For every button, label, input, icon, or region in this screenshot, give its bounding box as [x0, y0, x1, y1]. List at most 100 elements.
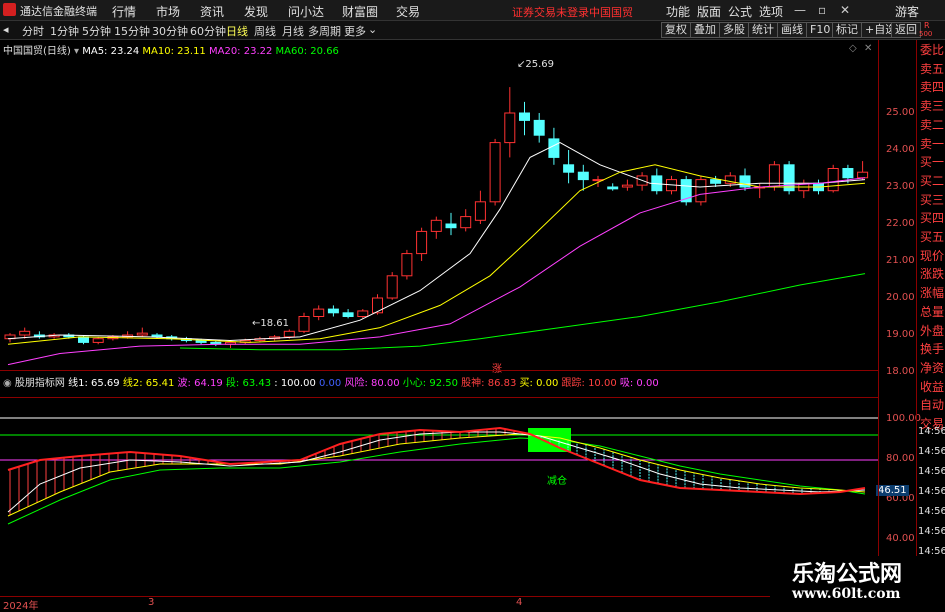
price-tick: 23.00 — [886, 181, 915, 192]
candle-body — [695, 179, 707, 203]
ind-current-value: 46.51 — [876, 485, 909, 496]
period-intraday[interactable]: 分时 — [22, 23, 44, 39]
r-label: R — [924, 21, 930, 30]
low-price-label: ←18.61 — [252, 318, 290, 329]
back-arrow-icon[interactable]: ◂ — [3, 23, 9, 36]
quote-label: 买五 — [920, 230, 945, 244]
candle-body — [283, 330, 295, 338]
indicator-item: 线2: 65.41 — [119, 378, 175, 389]
indicator-item: 风险: 80.00 — [341, 378, 400, 389]
menu-market[interactable]: 行情 — [112, 3, 136, 20]
quote-label: 卖四 — [920, 80, 945, 95]
candle-body — [372, 297, 383, 314]
login-notice[interactable]: 证券交易未登录 — [512, 4, 589, 20]
period-more[interactable]: 更多 — [344, 23, 366, 39]
ma10-line — [7, 164, 866, 345]
ma5-line — [7, 142, 866, 342]
indicator-item: 段: 63.43 — [222, 378, 272, 389]
adjust-button[interactable]: 复权 — [661, 22, 691, 38]
candle-body — [548, 138, 560, 158]
mark-button[interactable]: 标记 — [832, 22, 862, 38]
date-tick: 3 — [148, 597, 155, 608]
panel-divider — [916, 40, 917, 596]
ma60-label: MA60: 20.66 — [275, 46, 339, 57]
indicator-item: 买: 0.00 — [516, 378, 559, 389]
ind-toggle-icon[interactable]: ◉ — [3, 378, 12, 389]
indicator-chart[interactable] — [0, 372, 878, 557]
multi-stock-button[interactable]: 多股 — [719, 22, 749, 38]
indicator-item: 小心: 92.50 — [399, 378, 458, 389]
menu-discover[interactable]: 发现 — [244, 3, 268, 20]
candle-body — [357, 310, 369, 318]
f10-button[interactable]: F10 — [806, 22, 835, 38]
app-logo-icon — [3, 3, 16, 16]
quote-label: 买三 — [920, 192, 945, 207]
period-weekly[interactable]: 周线 — [254, 23, 276, 39]
date-tick: 2024年 — [3, 601, 39, 612]
close-panel-icon[interactable]: ✕ — [864, 43, 872, 54]
period-60min[interactable]: 60分钟 — [190, 23, 226, 39]
more-dropdown-icon[interactable]: ⌄ — [368, 23, 377, 36]
candle-body — [313, 308, 325, 318]
axis-divider — [878, 40, 879, 596]
indicator-item: 股神: 86.83 — [457, 378, 517, 389]
reduce-position-label: 减仓 — [547, 476, 567, 487]
candle-body — [445, 223, 457, 229]
menu-trade[interactable]: 交易 — [396, 3, 420, 20]
price-tick: 22.00 — [886, 218, 915, 229]
period-5min[interactable]: 5分钟 — [82, 23, 111, 39]
main-legend: 中国国贸(日线) ▾ MA5: 23.24 MA10: 23.11 MA20: … — [3, 42, 339, 57]
minimize-icon[interactable]: — — [794, 3, 806, 17]
candle-body — [710, 179, 722, 184]
period-monthly[interactable]: 月线 — [282, 23, 304, 39]
indicator-name: 股朋指标网 — [14, 378, 65, 389]
stock-tag: 中国国贸 — [589, 6, 633, 19]
kline-chart[interactable] — [0, 40, 878, 370]
menu-function[interactable]: 功能 — [666, 3, 690, 20]
user-label[interactable]: 游客 — [895, 3, 919, 20]
legend-toggle-icon[interactable]: ▾ — [74, 46, 79, 57]
return-button[interactable]: 返回 — [891, 22, 921, 38]
quote-label: 涨跌 — [920, 267, 945, 282]
overlay-button[interactable]: 叠加 — [690, 22, 720, 38]
period-daily[interactable]: 日线 — [226, 23, 248, 39]
watermark-url: www.60lt.com — [792, 586, 901, 602]
candle-body — [827, 168, 839, 192]
candle-body — [489, 142, 501, 203]
draw-button[interactable]: 画线 — [777, 22, 807, 38]
diamond-icon[interactable]: ◇ — [849, 43, 857, 54]
restore-icon[interactable]: ▫ — [818, 3, 826, 17]
candle-body — [533, 119, 545, 136]
stock-name: 中国国贸(日线) — [3, 46, 71, 57]
pane-divider-2 — [0, 397, 878, 398]
menu-wealth[interactable]: 财富圈 — [342, 3, 378, 20]
period-multi[interactable]: 多周期 — [308, 23, 341, 39]
menu-ask[interactable]: 问小达 — [288, 3, 324, 20]
close-icon[interactable]: ✕ — [840, 3, 850, 17]
candle-body — [607, 186, 619, 190]
trade-time: 14:56 — [918, 506, 945, 517]
period-15min[interactable]: 15分钟 — [114, 23, 150, 39]
menu-formula[interactable]: 公式 — [728, 3, 752, 20]
candle-body — [19, 330, 31, 336]
period-30min[interactable]: 30分钟 — [152, 23, 188, 39]
menu-layout[interactable]: 版面 — [697, 3, 721, 20]
trade-time: 14:56 — [918, 526, 945, 537]
menu-news[interactable]: 资讯 — [200, 3, 224, 20]
candle-body — [136, 332, 148, 336]
candle-body — [298, 316, 310, 332]
candle-body — [342, 312, 354, 317]
quote-label: 卖五 — [920, 61, 945, 76]
period-1min[interactable]: 1分钟 — [50, 23, 79, 39]
app-title: 通达信金融终端 — [20, 5, 97, 18]
watermark: 乐淘公式网 www.60lt.com — [770, 556, 945, 609]
menu-markets[interactable]: 市场 — [156, 3, 180, 20]
candle-body — [430, 219, 442, 232]
quote-label: 卖一 — [920, 136, 945, 151]
indicator-legend: ◉ 股朋指标网 线1: 65.69 线2: 65.41 波: 64.19 段: … — [3, 374, 659, 389]
menu-options[interactable]: 选项 — [759, 3, 783, 20]
quote-label: 委比 — [920, 43, 945, 57]
stats-button[interactable]: 统计 — [748, 22, 778, 38]
indicator-item: : 100.00 — [271, 378, 316, 389]
price-tick: 25.00 — [886, 107, 915, 118]
